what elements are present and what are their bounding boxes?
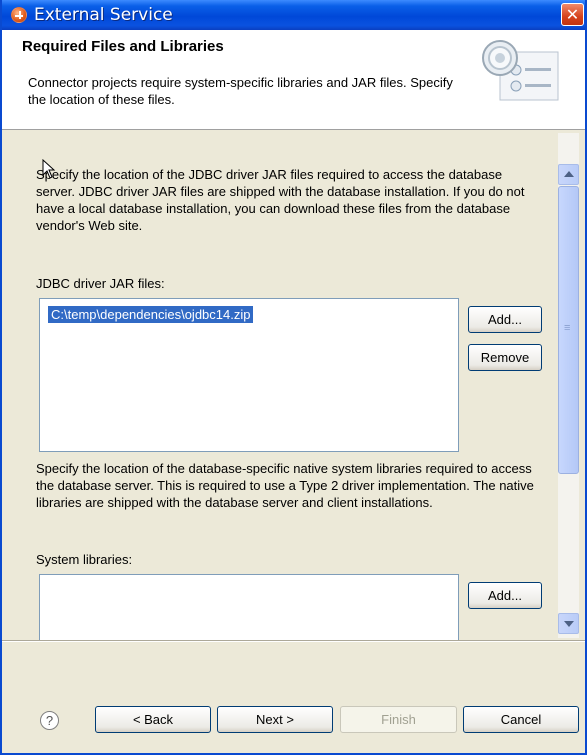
system-libraries-label: System libraries: (36, 552, 133, 567)
jdbc-files-list[interactable]: C:\temp\dependencies\ojdbc14.zip (39, 298, 459, 452)
system-libraries-description: Specify the location of the database-spe… (36, 461, 534, 510)
scroll-down-arrow-icon[interactable] (558, 613, 579, 634)
system-add-button[interactable]: Add... (468, 582, 542, 609)
wizard-content: Specify the location of the JDBC driver … (2, 130, 585, 640)
vertical-scrollbar[interactable] (558, 133, 579, 638)
help-icon[interactable]: ? (40, 711, 59, 730)
title-bar[interactable]: External Service ✕ (2, 0, 585, 30)
app-icon (11, 7, 27, 23)
jdbc-add-button[interactable]: Add... (468, 306, 542, 333)
scroll-up-arrow-icon[interactable] (558, 164, 579, 185)
mouse-cursor-icon (42, 159, 56, 179)
jdbc-files-label: JDBC driver JAR files: (36, 276, 165, 291)
jdbc-description: Specify the location of the JDBC driver … (36, 167, 525, 233)
settings-dialog-icon (482, 40, 559, 101)
list-item[interactable]: C:\temp\dependencies\ojdbc14.zip (46, 305, 255, 324)
system-libraries-list[interactable] (39, 574, 459, 640)
back-button[interactable]: < Back (95, 706, 211, 733)
footer-separator (2, 640, 585, 642)
next-button[interactable]: Next > (217, 706, 333, 733)
page-description: Connector projects require system-specif… (28, 75, 453, 107)
scroll-thumb[interactable] (558, 186, 579, 474)
external-service-dialog: External Service ✕ Required Files and Li… (0, 0, 587, 755)
finish-button: Finish (340, 706, 457, 733)
close-button[interactable]: ✕ (561, 3, 584, 26)
jdbc-remove-button[interactable]: Remove (468, 344, 542, 371)
window-title: External Service (34, 5, 173, 25)
cancel-button[interactable]: Cancel (463, 706, 579, 733)
page-title: Required Files and Libraries (22, 38, 224, 55)
wizard-banner: Required Files and Libraries Connector p… (2, 30, 585, 130)
